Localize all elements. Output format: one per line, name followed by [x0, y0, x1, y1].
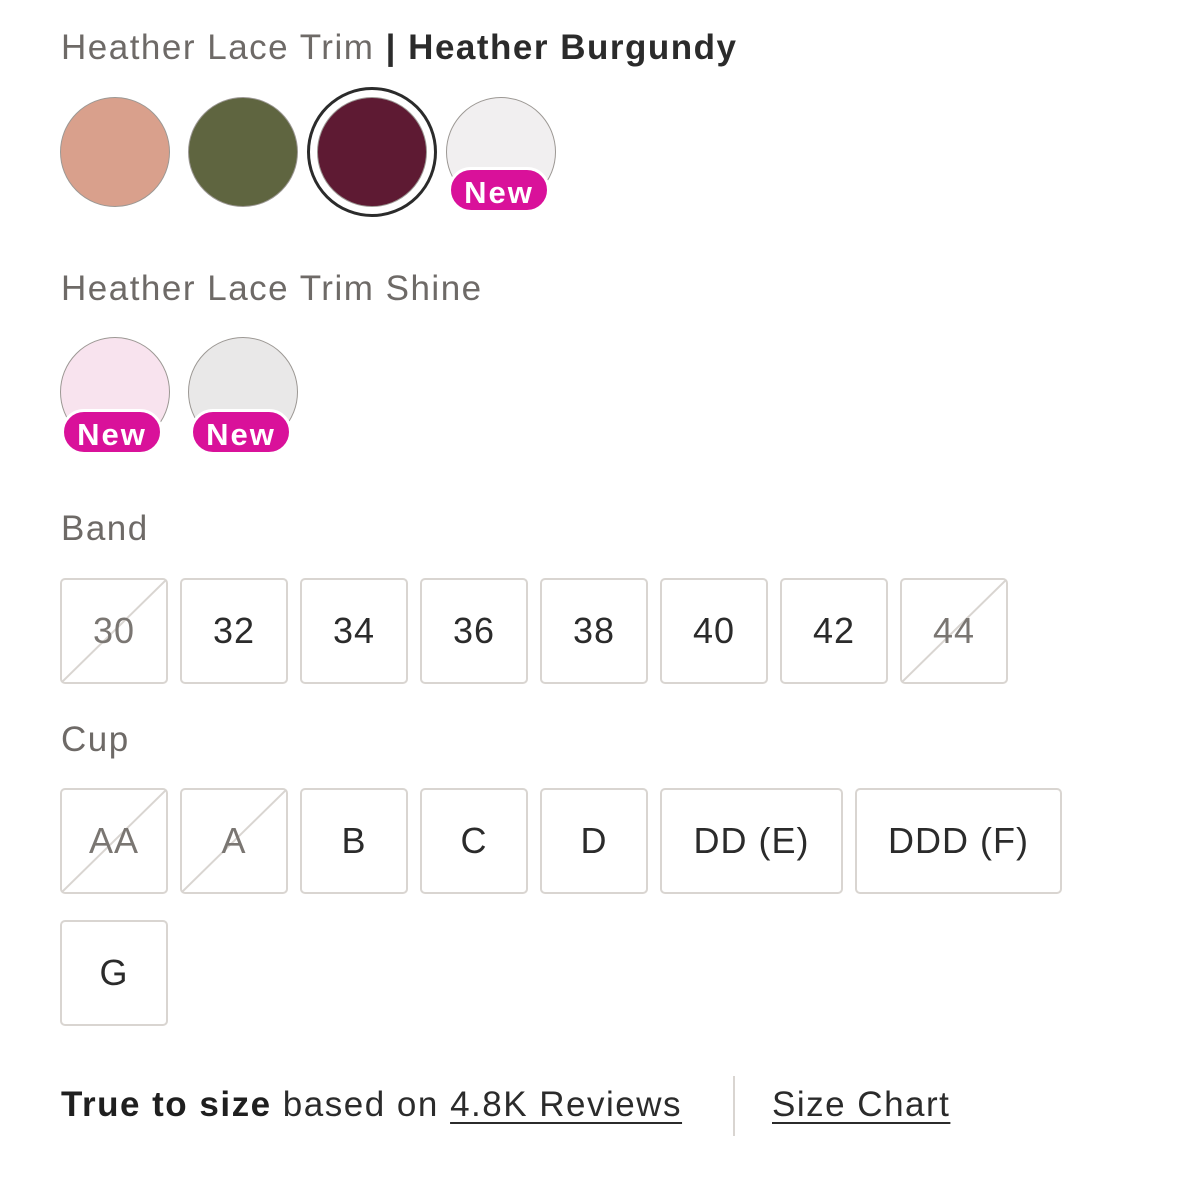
- size-chart-wrap: Size Chart: [772, 1085, 950, 1125]
- swatch-heather-blush[interactable]: [50, 87, 180, 217]
- cup-size-a[interactable]: A: [180, 788, 288, 894]
- band-size-44[interactable]: 44: [900, 578, 1008, 684]
- fit-summary: True to size based on 4.8K Reviews: [61, 1085, 682, 1125]
- new-badge: New: [448, 167, 550, 213]
- color-group-name: Heather Lace Trim: [61, 28, 375, 67]
- label-separator: |: [385, 28, 397, 67]
- size-label: G: [99, 952, 129, 993]
- selected-color-name: Heather Burgundy: [408, 28, 738, 67]
- size-label: AA: [88, 820, 140, 861]
- color-group-label: Heather Lace Trim | Heather Burgundy: [61, 28, 737, 68]
- size-label: 42: [812, 610, 856, 651]
- band-size-34[interactable]: 34: [300, 578, 408, 684]
- size-chart-link[interactable]: Size Chart: [772, 1085, 950, 1124]
- size-label: 40: [692, 610, 736, 651]
- fit-rating: True to size: [61, 1085, 272, 1124]
- band-size-30[interactable]: 30: [60, 578, 168, 684]
- cup-size-aa[interactable]: AA: [60, 788, 168, 894]
- cup-size-b[interactable]: B: [300, 788, 408, 894]
- cup-size-ddd-f[interactable]: DDD (F): [855, 788, 1062, 894]
- cup-size-d[interactable]: D: [540, 788, 648, 894]
- size-label: 44: [932, 610, 976, 651]
- swatch-heather-olive[interactable]: [178, 87, 308, 217]
- cup-size-g[interactable]: G: [60, 920, 168, 1026]
- size-label: D: [580, 820, 608, 861]
- fit-text: based on: [282, 1085, 439, 1124]
- new-badge: New: [190, 409, 292, 455]
- cup-size-dd-e[interactable]: DD (E): [660, 788, 843, 894]
- size-label: 36: [452, 610, 496, 651]
- swatch-pale-grey[interactable]: New: [178, 327, 308, 457]
- size-label: 30: [92, 610, 136, 651]
- band-size-42[interactable]: 42: [780, 578, 888, 684]
- size-label: DD (E): [693, 820, 810, 861]
- size-label: DDD (F): [888, 820, 1029, 861]
- new-badge: New: [61, 409, 163, 455]
- band-size-38[interactable]: 38: [540, 578, 648, 684]
- cup-label: Cup: [61, 720, 130, 759]
- size-label: B: [341, 820, 367, 861]
- size-label: 34: [332, 610, 376, 651]
- swatch-circle[interactable]: [60, 97, 170, 207]
- color-group-label-shine: Heather Lace Trim Shine: [61, 269, 483, 308]
- band-label: Band: [61, 509, 149, 548]
- footer-divider: [733, 1076, 735, 1136]
- size-label: C: [460, 820, 488, 861]
- band-size-40[interactable]: 40: [660, 578, 768, 684]
- reviews-link[interactable]: 4.8K Reviews: [450, 1085, 682, 1124]
- size-label: A: [221, 820, 247, 861]
- swatch-circle[interactable]: [317, 97, 427, 207]
- swatch-pale-pink[interactable]: New: [50, 327, 180, 457]
- swatch-circle[interactable]: [188, 97, 298, 207]
- band-size-36[interactable]: 36: [420, 578, 528, 684]
- swatch-white-pattern[interactable]: New: [436, 87, 566, 217]
- cup-size-c[interactable]: C: [420, 788, 528, 894]
- size-label: 32: [212, 610, 256, 651]
- size-label: 38: [572, 610, 616, 651]
- swatch-heather-burgundy[interactable]: [307, 87, 437, 217]
- band-size-32[interactable]: 32: [180, 578, 288, 684]
